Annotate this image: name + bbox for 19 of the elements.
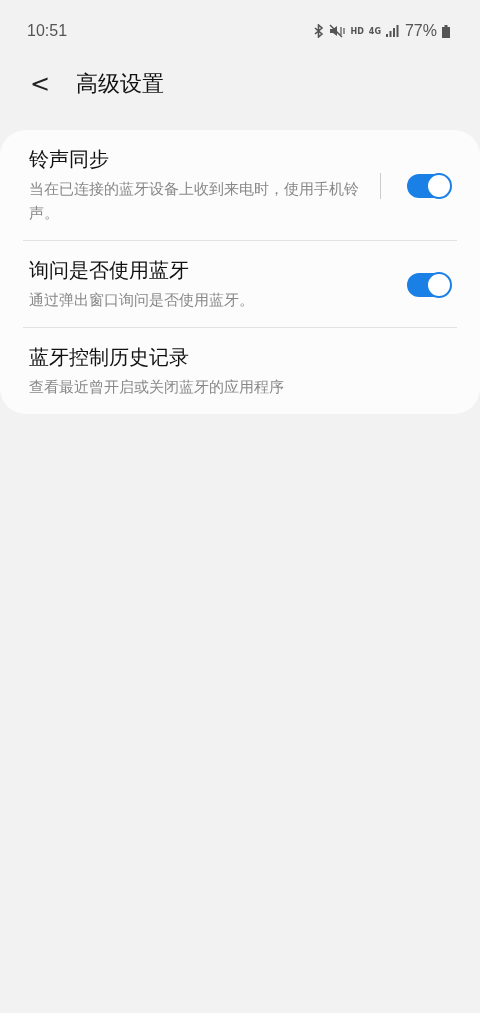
network-label: 4G [368, 26, 381, 36]
back-button[interactable]: < [26, 69, 55, 99]
mute-icon [329, 24, 346, 38]
setting-summary: 当在已连接的蓝牙设备上收到来电时，使用手机铃声。 [29, 179, 360, 224]
hd-label: HD [350, 26, 364, 36]
setting-title[interactable]: 蓝牙控制历史记录 [29, 344, 451, 371]
battery-percent: 77% [404, 22, 437, 40]
status-time: 10:51 [27, 22, 68, 40]
separator-line [380, 172, 381, 199]
setting-title[interactable]: 铃声同步 [29, 146, 362, 173]
signal-icon [385, 25, 400, 37]
setting-title[interactable]: 询问是否使用蓝牙 [29, 257, 395, 284]
toggle-switch[interactable] [407, 272, 451, 297]
toggle-switch[interactable] [407, 173, 451, 198]
bluetooth-icon [313, 24, 325, 38]
battery-icon [442, 24, 450, 38]
page-title: 高级设置 [76, 70, 165, 98]
setting-summary: 通过弹出窗口询问是否使用蓝牙。 [29, 290, 255, 311]
setting-summary: 查看最近曾开启或关闭蓝牙的应用程序 [29, 377, 285, 398]
